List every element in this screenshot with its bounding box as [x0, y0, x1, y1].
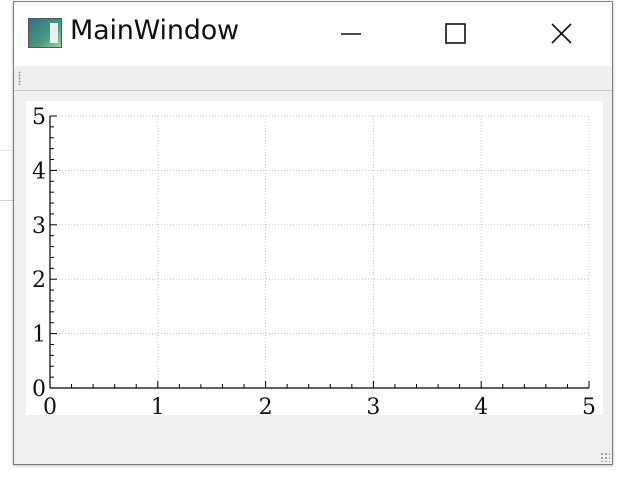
maximize-button[interactable] — [405, 2, 505, 66]
y-tick-label: 3 — [32, 214, 46, 239]
plot-canvas: 0 1 2 3 4 5012345 — [32, 105, 596, 415]
plot-widget[interactable]: 012345012345 — [26, 101, 603, 415]
size-grip[interactable] — [600, 452, 610, 462]
y-tick-label: 4 — [32, 159, 46, 184]
minimize-button[interactable] — [301, 2, 401, 66]
central-widget: 012345012345 — [14, 91, 612, 464]
toolbar — [14, 66, 612, 91]
y-tick-label: 1 — [32, 323, 46, 348]
maximize-icon — [445, 23, 466, 44]
x-tick-label: 3 — [366, 395, 380, 415]
x-tick-label: 4 — [474, 395, 488, 415]
close-button[interactable] — [511, 2, 611, 66]
y-tick-label: 5 — [32, 105, 46, 130]
minimize-icon — [341, 33, 361, 35]
x-tick-label: 5 — [582, 395, 596, 415]
toolbar-grip-handle[interactable] — [18, 71, 21, 85]
background-edge — [0, 150, 14, 151]
x-tick-label: 2 — [259, 395, 273, 415]
main-window: MainWindow 012345012345 — [13, 1, 613, 465]
y-tick-label: 2 — [32, 268, 46, 293]
y-tick-label: 0 — [32, 377, 46, 402]
window-title: MainWindow — [70, 15, 239, 46]
x-tick-label: 1 — [151, 395, 165, 415]
background-edge — [0, 200, 14, 201]
close-icon — [551, 23, 572, 44]
title-bar[interactable]: MainWindow — [14, 2, 612, 66]
app-window-icon — [28, 18, 62, 48]
